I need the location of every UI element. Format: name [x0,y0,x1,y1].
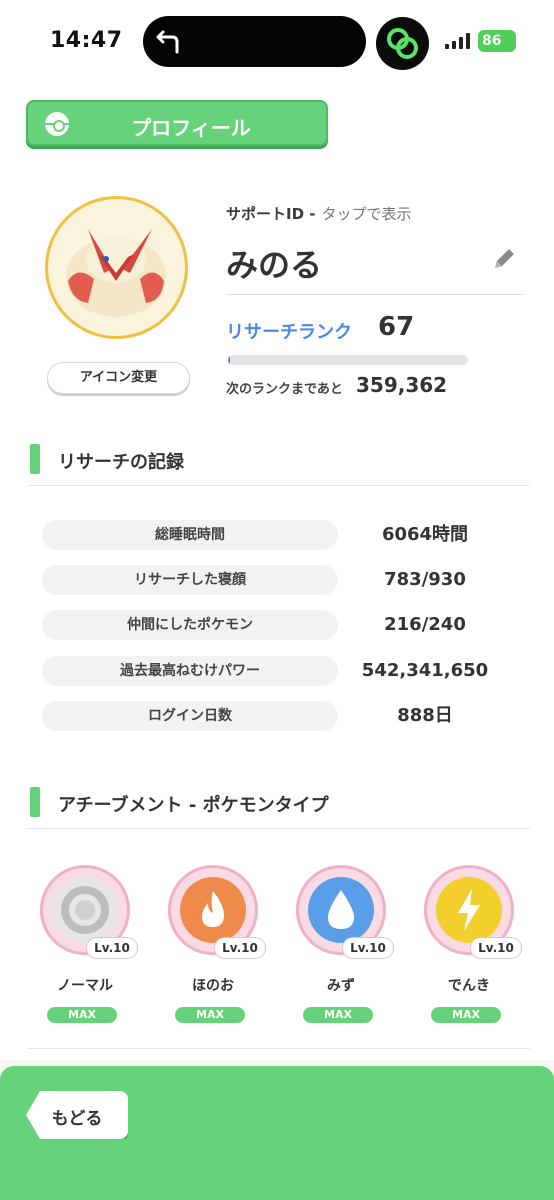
status-bar: 14:47 86 ⚡ [0,0,554,84]
research-record-header: リサーチの記録 [30,444,530,478]
dynamic-island[interactable] [143,16,366,67]
medal-name: ノーマル [57,978,113,994]
research-rank-value: 67 [378,312,415,342]
stat-label: 総睡眠時間 [42,520,338,550]
electric-type-icon [436,877,502,943]
section-accent [30,444,40,474]
back-button-label: もどる [51,1109,103,1129]
section-accent [30,787,40,817]
stat-row: 過去最高ねむけパワー 542,341,650 [42,656,512,686]
section-title: リサーチの記録 [58,452,184,473]
support-id-hint[interactable]: タップで表示 [321,205,411,223]
max-badge: MAX [431,1007,501,1023]
stat-row: ログイン日数 888日 [42,701,512,731]
stat-value: 888日 [397,705,453,726]
max-badge: MAX [303,1007,373,1023]
stat-value: 783/930 [384,569,466,590]
player-name: みのる [226,246,323,284]
stat-label: 過去最高ねむけパワー [42,656,338,686]
achievements-header: アチーブメント - ポケモンタイプ [30,787,530,821]
stat-row: 仲間にしたポケモン 216/240 [42,610,512,640]
pokeball-icon [45,112,69,136]
max-badge: MAX [175,1007,245,1023]
support-id[interactable]: サポートID - タップで表示 [226,203,412,224]
medal-name: でんき [448,978,490,994]
stat-value: 542,341,650 [361,660,489,681]
section-title: アチーブメント - ポケモンタイプ [58,795,329,816]
medal-name: ほのお [192,978,234,994]
icon-change-button[interactable]: アイコン変更 [47,362,190,394]
pencil-icon[interactable] [490,245,518,273]
stat-row: 総睡眠時間 6064時間 [42,520,512,550]
stat-label: ログイン日数 [42,701,338,731]
signal-icon [445,33,471,49]
stat-row: リサーチした寝顔 783/930 [42,565,512,595]
support-id-label: サポートID - [226,205,316,223]
divider [28,828,530,829]
back-arrow-icon[interactable] [155,26,183,56]
next-rank-label: 次のランクまであと [226,382,343,397]
stat-label: 仲間にしたポケモン [42,610,338,640]
back-button[interactable]: もどる [26,1091,128,1139]
water-type-icon [308,877,374,943]
stat-label: リサーチした寝顔 [42,565,338,595]
medal-level: Lv.10 [470,937,522,959]
research-rank-label: リサーチランク [226,322,352,343]
medal-level: Lv.10 [342,937,394,959]
normal-type-icon [52,877,118,943]
blaziken-avatar-icon [66,229,166,317]
fire-type-icon [180,877,246,943]
stat-value: 216/240 [384,614,466,635]
page-title: プロフィール [131,116,251,140]
divider [28,1048,530,1049]
medal-level: Lv.10 [86,937,138,959]
divider [226,294,524,295]
medal-level: Lv.10 [214,937,266,959]
profile-tab[interactable]: プロフィール [26,100,328,146]
avatar[interactable] [45,196,188,339]
stat-value: 6064時間 [381,524,469,545]
link-icon[interactable] [376,17,429,70]
status-time: 14:47 [50,28,123,53]
next-rank-value: 359,362 [356,373,448,397]
charging-icon: ⚡ [504,31,514,46]
rank-progress-bar [228,355,468,365]
divider [28,485,530,486]
medal-name: みず [327,978,355,994]
max-badge: MAX [47,1007,117,1023]
